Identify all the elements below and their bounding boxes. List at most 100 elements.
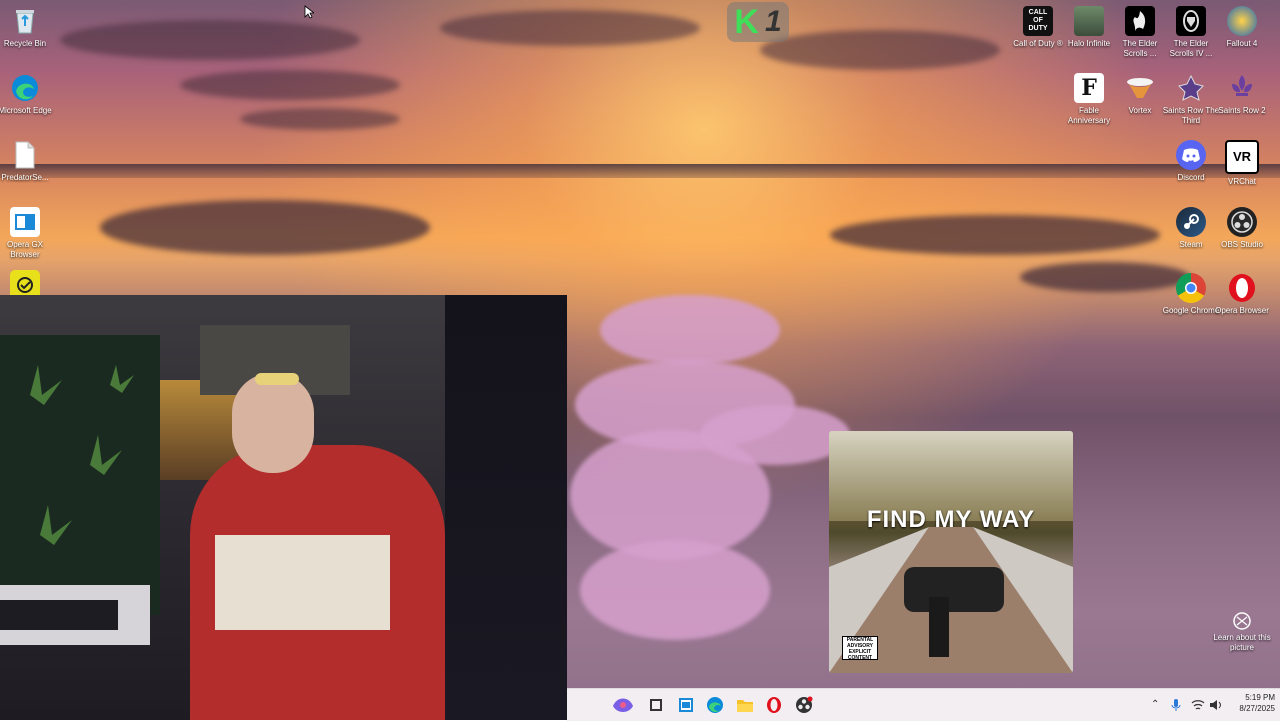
icon-label: Saints Row The Third: [1162, 106, 1220, 125]
chrome-icon: [1176, 273, 1206, 303]
headband: [255, 373, 299, 385]
wallpaper-cloud: [180, 70, 400, 100]
call-of-duty-icon: CALL OF DUTY: [1023, 6, 1053, 36]
widget-app-icon[interactable]: [677, 696, 695, 714]
desktop-icon-vortex[interactable]: Vortex: [1111, 73, 1169, 116]
person-face: [232, 373, 314, 473]
desktop-icon-recycle-bin[interactable]: Recycle Bin: [0, 6, 54, 49]
icon-label: Vortex: [1128, 106, 1152, 115]
wallpaper-cloud: [440, 10, 700, 46]
icon-label: PredatorSe...: [1, 173, 49, 182]
icon-label: Recycle Bin: [3, 39, 47, 48]
icon-label: VRChat: [1227, 177, 1256, 186]
desktop-icon-partial[interactable]: [0, 270, 54, 300]
wallpaper-cloud: [240, 108, 400, 130]
desktop-icon-saints-row-third[interactable]: Saints Row The Third: [1162, 73, 1220, 126]
desktop-icon-discord[interactable]: Discord: [1162, 140, 1220, 183]
wall-tapestry: [0, 335, 160, 615]
vault-boy-icon: [1227, 6, 1257, 36]
fable-glyph: F: [1081, 75, 1097, 101]
fleur-de-lis-icon: [1227, 73, 1257, 103]
microphone-icon[interactable]: [1171, 698, 1181, 717]
task-view-icon[interactable]: [647, 696, 665, 714]
doorway-shadow: [445, 295, 567, 720]
hoodie-panel: [215, 535, 390, 630]
parental-advisory-label: PARENTAL ADVISORY EXPLICIT CONTENT: [842, 636, 878, 660]
stream-overlay-badge: K 1: [727, 2, 789, 42]
wallpaper-salt: [600, 295, 780, 365]
file-explorer-icon[interactable]: [736, 696, 754, 714]
icon-label: The Elder Scrolls ...: [1122, 39, 1158, 58]
icon-label: Fable Anniversary: [1067, 106, 1111, 125]
desktop-icon-steam[interactable]: Steam: [1162, 207, 1220, 250]
steam-icon: [1176, 207, 1206, 237]
learn-label: Learn about this picture: [1213, 633, 1271, 652]
desktop-icon-chrome[interactable]: Google Chrome: [1162, 273, 1220, 316]
horizon-landmass: [0, 164, 1280, 178]
file-icon: [10, 140, 40, 170]
clock-date: 8/27/2025: [1239, 704, 1275, 713]
learn-about-picture[interactable]: Learn about this picture: [1212, 612, 1272, 653]
oblivion-icon: [1176, 6, 1206, 36]
wallpaper-cloud: [60, 20, 360, 60]
icon-label: OBS Studio: [1221, 240, 1263, 249]
opera-icon: [1227, 273, 1257, 303]
desktop-icon-elder-scrolls-iv[interactable]: The Elder Scrolls IV ...: [1162, 6, 1220, 59]
cod-logo-text: CALL OF DUTY: [1028, 9, 1048, 32]
icon-label: Discord: [1177, 173, 1205, 182]
opera-gx-icon: [10, 207, 40, 237]
vrchat-glyph: VR: [1232, 149, 1252, 164]
chevron-up-icon[interactable]: ⌃: [1151, 699, 1159, 710]
opera-taskbar-icon[interactable]: [765, 696, 783, 714]
desktop-icon-fallout-4[interactable]: Fallout 4: [1213, 6, 1271, 49]
taskbar: ⌃ 5:19 PM 8/27/2025: [567, 688, 1280, 721]
mouse-cursor-icon: [304, 5, 316, 24]
desktop-icon-vrchat[interactable]: VR VRChat: [1213, 140, 1271, 187]
edge-icon: [10, 73, 40, 103]
obs-taskbar-icon[interactable]: [795, 696, 813, 714]
wallpaper-cloud: [760, 30, 1000, 70]
vrchat-icon: VR: [1225, 140, 1259, 174]
overlay-number: 1: [764, 5, 782, 38]
discord-icon: [1176, 140, 1206, 170]
webcam-feed: [0, 295, 567, 720]
icon-label: Google Chrome: [1162, 306, 1220, 315]
obs-icon: [1227, 207, 1257, 237]
desktop-icon-edge[interactable]: Microsoft Edge: [0, 73, 54, 116]
desktop-icon-fable[interactable]: F Fable Anniversary: [1060, 73, 1118, 126]
icon-label: Microsoft Edge: [0, 106, 52, 115]
window-frame: [0, 600, 118, 630]
wallpaper-rocks: [100, 200, 430, 255]
edge-taskbar-icon[interactable]: [706, 696, 724, 714]
icon-label: Saints Row 2: [1218, 106, 1266, 115]
wallpaper-salt: [700, 405, 850, 465]
desktop-icon-opera[interactable]: Opera Browser: [1213, 273, 1271, 316]
icon-label: Call of Duty ®: [1013, 39, 1063, 48]
fable-icon: F: [1074, 73, 1104, 103]
elder-scrolls-dragon-icon: [1125, 6, 1155, 36]
icon-label: Fallout 4: [1226, 39, 1258, 48]
icon-label: The Elder Scrolls IV ...: [1169, 39, 1213, 58]
desktop-icon-saints-row-2[interactable]: Saints Row 2: [1213, 73, 1271, 116]
halo-icon: [1074, 6, 1104, 36]
desktop-icon-elder-scrolls[interactable]: The Elder Scrolls ...: [1111, 6, 1169, 59]
desktop-icon-call-of-duty[interactable]: CALL OF DUTY Call of Duty ®: [1009, 6, 1067, 49]
icon-label: Opera GX Browser: [6, 240, 43, 259]
desktop-icon-opera-gx[interactable]: Opera GX Browser: [0, 207, 54, 260]
wallpaper-salt: [580, 540, 770, 640]
wallpaper-rocks: [830, 215, 1160, 255]
copilot-icon[interactable]: [611, 696, 633, 714]
overlay-k-label: K: [734, 3, 759, 41]
desktop-icon-halo-infinite[interactable]: Halo Infinite: [1060, 6, 1118, 49]
icon-label: Opera Browser: [1215, 306, 1269, 315]
now-playing-album-art: FIND MY WAY PARENTAL ADVISORY EXPLICIT C…: [829, 431, 1073, 673]
wifi-icon[interactable]: [1191, 698, 1205, 716]
clock[interactable]: 5:19 PM 8/27/2025: [1219, 692, 1275, 714]
desktop-icon-obs[interactable]: OBS Studio: [1213, 207, 1271, 250]
desktop-icon-predatorse[interactable]: PredatorSe...: [0, 140, 54, 183]
camera-aperture-icon: [1233, 612, 1251, 630]
icon-label: Halo Infinite: [1067, 39, 1111, 48]
recycle-bin-icon: [10, 6, 40, 36]
clock-time: 5:19 PM: [1245, 693, 1275, 702]
vortex-icon: [1125, 73, 1155, 103]
